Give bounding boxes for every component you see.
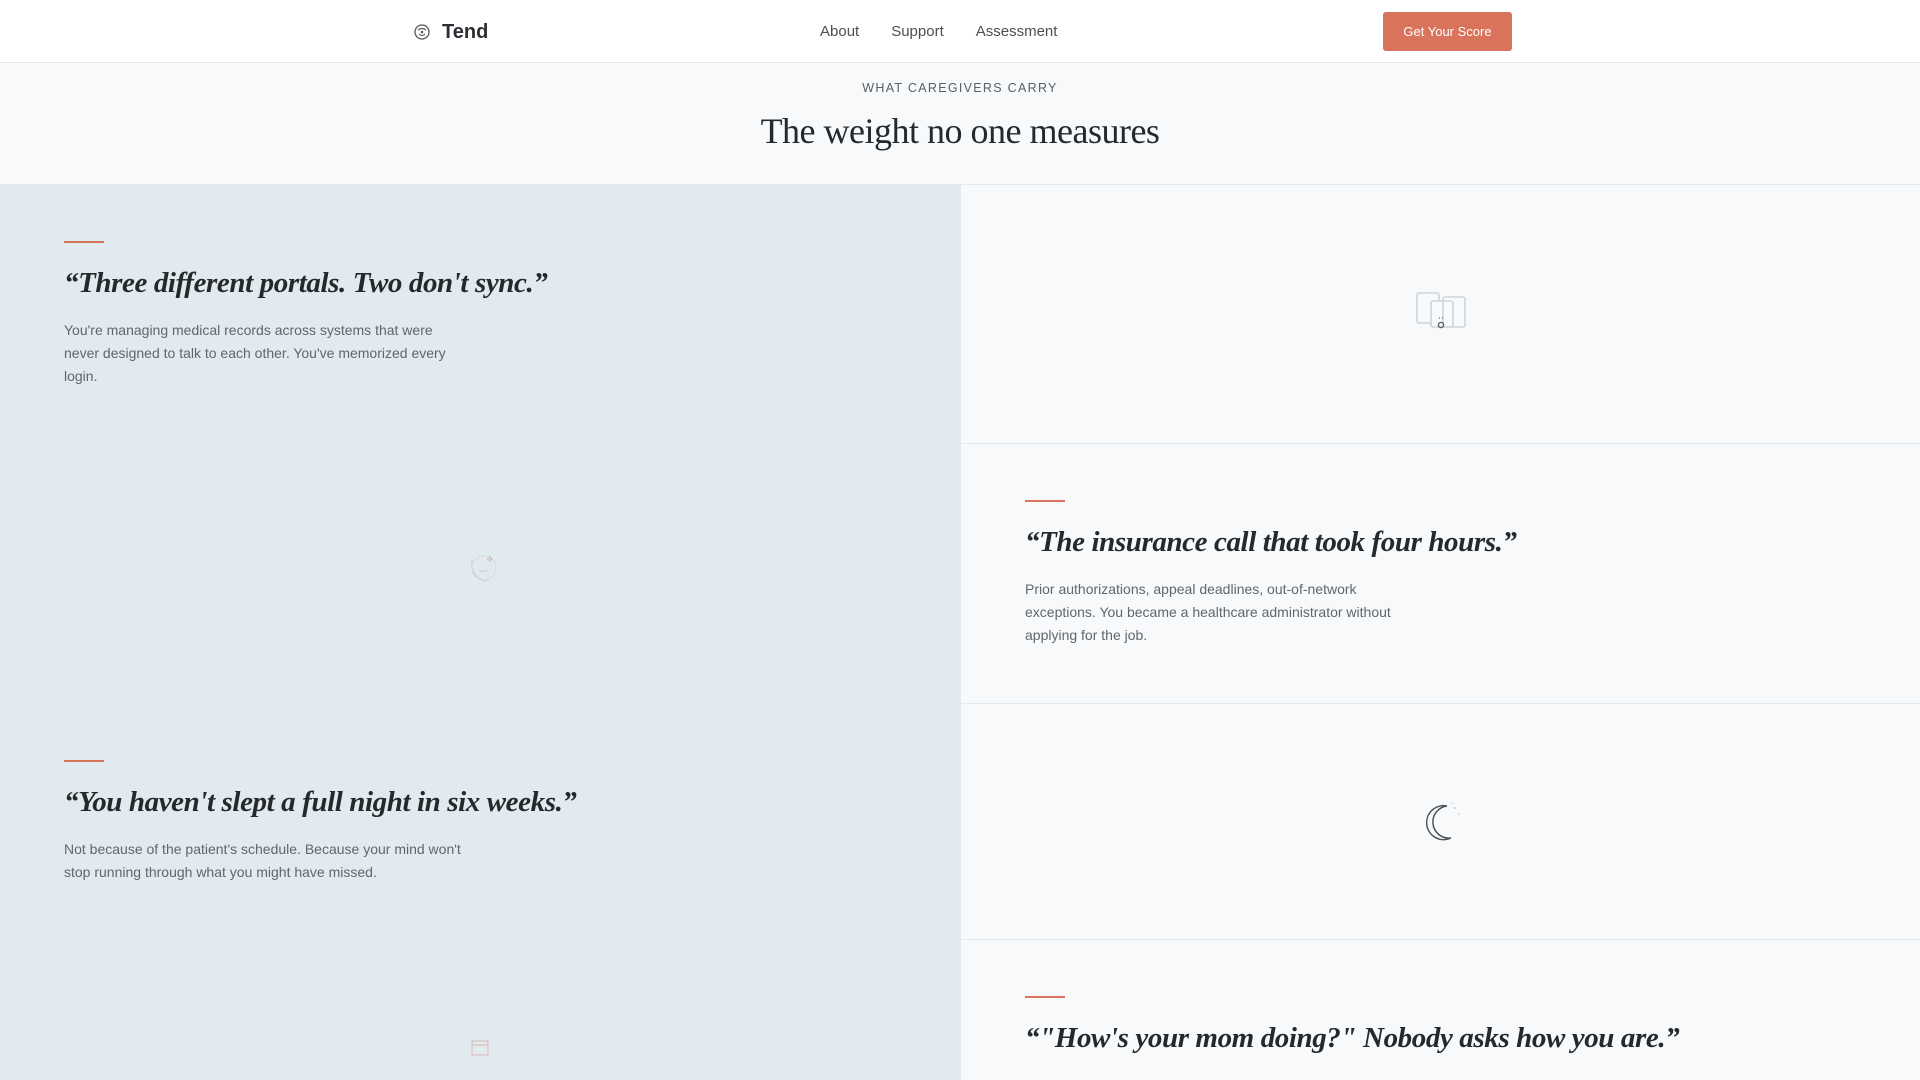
accent-rule: [64, 241, 104, 243]
card-quote: “The insurance call that took four hours…: [1025, 526, 1517, 558]
accent-rule: [1025, 500, 1065, 502]
card-quote: “Three different portals. Two don't sync…: [64, 267, 548, 299]
card-body: Prior authorizations, appeal deadlines, …: [1025, 581, 1391, 643]
burden-card-sleep: “You haven't slept a full night in six w…: [0, 705, 960, 1080]
accent-rule: [64, 760, 104, 762]
nav-link-support[interactable]: Support: [891, 22, 944, 42]
nav-link-assessment[interactable]: Assessment: [976, 22, 1058, 42]
nav-link-about[interactable]: About: [820, 22, 859, 42]
accent-rule: [1025, 996, 1065, 998]
illustration-cell-portals: [961, 185, 1920, 444]
burden-card-insurance: “The insurance call that took four hours…: [961, 444, 1920, 704]
top-navigation-bar: Tend About Support Assessment Get Your S…: [0, 0, 1920, 63]
card-body: Not because of the patient's schedule. B…: [64, 841, 461, 880]
burden-card-isolation: “"How's your mom doing?" Nobody asks how…: [961, 940, 1920, 1080]
intro-section: WHAT CAREGIVERS CARRY The weight no one …: [0, 64, 1920, 185]
calendar-icon: [471, 1040, 489, 1056]
devices-icon: [1416, 292, 1466, 329]
card-body: You're managing medical records across s…: [64, 322, 446, 384]
illustration-cell-sleep: [961, 704, 1920, 940]
right-column: “The insurance call that took four hours…: [960, 185, 1920, 1080]
burden-grid: “Three different portals. Two don't sync…: [0, 185, 1920, 1080]
burden-card-portals: “Three different portals. Two don't sync…: [0, 185, 960, 705]
moon-icon: [1425, 802, 1460, 841]
get-your-score-button[interactable]: Get Your Score: [1383, 12, 1512, 51]
phone-icon: [471, 555, 497, 582]
brand-name: Tend: [442, 20, 489, 43]
brand-link[interactable]: Tend: [412, 18, 488, 46]
main-nav: About Support Assessment: [820, 22, 1057, 42]
section-title: The weight no one measures: [760, 111, 1160, 151]
tend-logo-icon: [414, 24, 430, 40]
card-quote: “"How's your mom doing?" Nobody asks how…: [1025, 1022, 1680, 1054]
card-quote: “You haven't slept a full night in six w…: [64, 786, 577, 818]
left-column: “Three different portals. Two don't sync…: [0, 185, 960, 1080]
section-eyebrow: WHAT CAREGIVERS CARRY: [862, 81, 1058, 95]
